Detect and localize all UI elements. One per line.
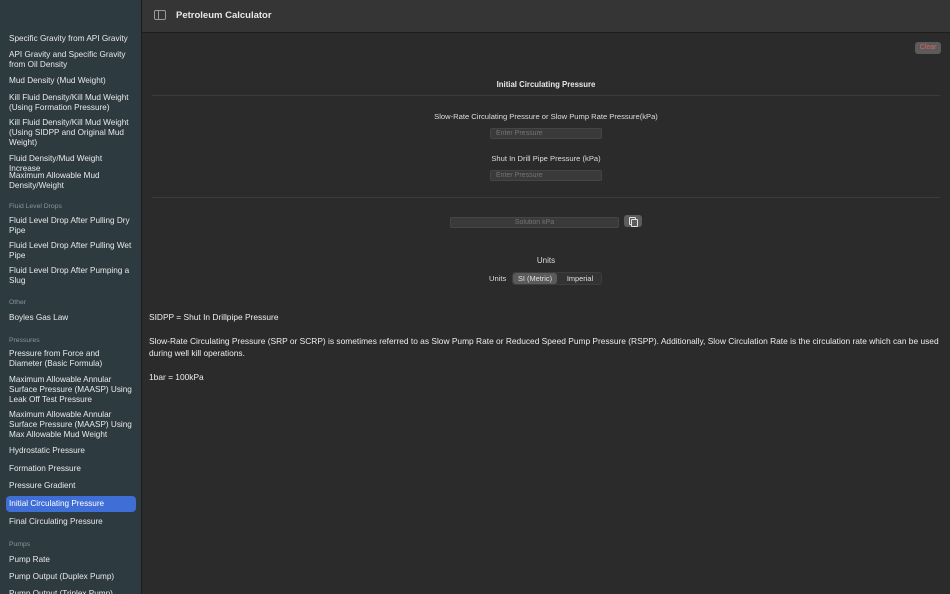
sidebar-header-fluid-level-drops: Fluid Level Drops bbox=[9, 203, 62, 210]
sidebar-header-other: Other bbox=[9, 299, 26, 306]
sidebar-item-kill-fluid-formation[interactable]: Kill Fluid Density/Kill Mud Weight (Usin… bbox=[6, 93, 136, 113]
units-segmented-control: SI (Metric) Imperial bbox=[512, 272, 602, 285]
sidebar-item-max-allowable-mud[interactable]: Maximum Allowable Mud Density/Weight bbox=[6, 171, 136, 191]
sidebar-item-pump-rate[interactable]: Pump Rate bbox=[6, 555, 136, 565]
inputs-divider bbox=[152, 197, 940, 198]
app-title: Petroleum Calculator bbox=[176, 10, 272, 21]
srp-field-label: Slow-Rate Circulating Pressure or Slow P… bbox=[434, 112, 658, 121]
section-title: Initial Circulating Pressure bbox=[496, 80, 596, 89]
sidpp-note: SIDPP = Shut In Drillpipe Pressure bbox=[149, 312, 279, 322]
sidebar-header-pumps: Pumps bbox=[9, 541, 31, 548]
sidebar-item-api-gravity-oil-density[interactable]: API Gravity and Specific Gravity from Oi… bbox=[6, 50, 136, 70]
sidebar-toggle-icon[interactable] bbox=[154, 10, 166, 20]
srp-note: Slow-Rate Circulating Pressure (SRP or S… bbox=[149, 336, 939, 358]
sidebar-item-formation-pressure[interactable]: Formation Pressure bbox=[6, 464, 136, 474]
main-content: Clear Initial Circulating Pressure Slow-… bbox=[142, 34, 950, 594]
sidebar-item-pump-output-duplex[interactable]: Pump Output (Duplex Pump) bbox=[6, 572, 136, 582]
sidebar-item-maasp-mud-weight[interactable]: Maximum Allowable Annular Surface Pressu… bbox=[6, 410, 136, 440]
sidebar-item-boyles-gas-law[interactable]: Boyles Gas Law bbox=[6, 313, 136, 323]
sidebar-item-initial-circulating-pressure[interactable]: Initial Circulating Pressure bbox=[6, 496, 136, 512]
units-option-imperial[interactable]: Imperial bbox=[558, 273, 602, 284]
sidebar-item-pressure-force-diameter[interactable]: Pressure from Force and Diameter (Basic … bbox=[6, 349, 136, 369]
sidebar-item-pressure-gradient[interactable]: Pressure Gradient bbox=[6, 481, 136, 491]
sidebar-item-fluid-drop-dry-pipe[interactable]: Fluid Level Drop After Pulling Dry Pipe bbox=[6, 216, 136, 236]
sidebar: Specific Gravity from API Gravity API Gra… bbox=[0, 0, 142, 594]
title-bar: Petroleum Calculator bbox=[142, 0, 950, 33]
srp-pressure-input[interactable] bbox=[490, 128, 602, 139]
sidpp-field-label: Shut In Drill Pipe Pressure (kPa) bbox=[491, 154, 601, 163]
sidebar-item-fluid-drop-slug[interactable]: Fluid Level Drop After Pumping a Slug bbox=[6, 266, 136, 286]
solution-output bbox=[450, 217, 619, 228]
clear-button[interactable]: Clear bbox=[915, 42, 941, 54]
sidebar-item-maasp-leak-off[interactable]: Maximum Allowable Annular Surface Pressu… bbox=[6, 375, 136, 405]
sidebar-item-kill-fluid-sidpp[interactable]: Kill Fluid Density/Kill Mud Weight (Usin… bbox=[6, 118, 136, 148]
sidebar-item-fluid-drop-wet-pipe[interactable]: Fluid Level Drop After Pulling Wet Pipe bbox=[6, 241, 136, 261]
copy-button[interactable] bbox=[624, 215, 642, 227]
sidpp-pressure-input[interactable] bbox=[490, 170, 602, 181]
sidebar-item-specific-gravity-from-api[interactable]: Specific Gravity from API Gravity bbox=[6, 34, 136, 44]
conversion-note: 1bar = 100kPa bbox=[149, 372, 204, 382]
sidebar-item-hydrostatic-pressure[interactable]: Hydrostatic Pressure bbox=[6, 446, 136, 456]
section-divider bbox=[152, 95, 940, 96]
units-option-si[interactable]: SI (Metric) bbox=[513, 273, 557, 284]
copy-icon bbox=[629, 217, 638, 227]
units-title: Units bbox=[536, 256, 556, 265]
units-label: Units bbox=[489, 274, 507, 283]
sidebar-item-pump-output-triplex[interactable]: Pump Output (Triplex Pump) bbox=[6, 589, 136, 594]
sidebar-header-pressures: Pressures bbox=[9, 337, 40, 344]
sidebar-item-final-circulating-pressure[interactable]: Final Circulating Pressure bbox=[6, 517, 136, 527]
sidebar-item-mud-density[interactable]: Mud Density (Mud Weight) bbox=[6, 76, 136, 86]
